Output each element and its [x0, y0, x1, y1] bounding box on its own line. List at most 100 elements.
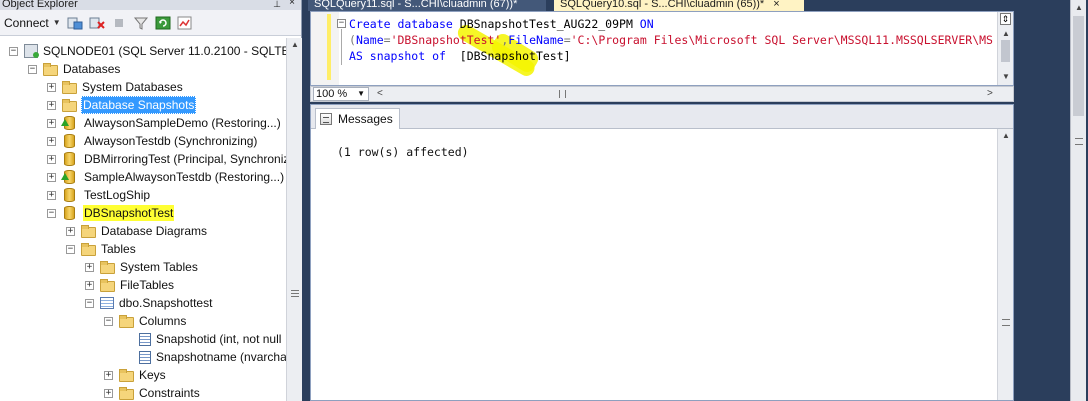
chevron-down-icon[interactable]: ▼ [53, 18, 61, 27]
database-icon [64, 134, 75, 148]
tree-node-column-snapshotid[interactable]: Snapshotid (int, not null [139, 330, 282, 348]
scroll-left-icon[interactable]: < [377, 88, 383, 99]
fold-collapse-icon[interactable]: − [337, 19, 346, 28]
code-token: = [383, 33, 391, 47]
code-token: DBSnapshotTest_AUG22_09PM [452, 17, 640, 31]
scroll-grip[interactable] [559, 90, 566, 98]
expand-icon[interactable]: + [47, 100, 56, 110]
expand-icon[interactable]: + [47, 172, 56, 182]
collapse-icon[interactable]: − [85, 298, 94, 308]
tree-node-samplealwaysontestdb[interactable]: + SampleAlwaysonTestdb (Restoring...) [47, 168, 285, 186]
expand-icon[interactable]: + [66, 226, 75, 236]
code-token: FileName [508, 33, 564, 47]
refresh-icon[interactable] [155, 16, 171, 30]
folder-icon [81, 224, 96, 238]
fold-line [341, 29, 342, 65]
zoom-select[interactable]: 100 % ▼ [313, 87, 369, 101]
folder-icon [81, 242, 96, 256]
object-explorer-scrollbar[interactable]: ▲ [286, 38, 302, 401]
tree-node-label: Database Snapshots [81, 96, 197, 114]
tree-node-dbmirroringtest[interactable]: + DBMirroringTest (Principal, Synchroniz [47, 150, 286, 168]
folder-icon [100, 260, 115, 274]
tree-node-label: System Tables [120, 260, 198, 274]
expand-icon[interactable]: + [104, 370, 113, 380]
tab-messages[interactable]: Messages [315, 108, 400, 129]
expand-icon[interactable]: + [47, 136, 56, 146]
splitter-icon[interactable]: ⇕ [1000, 13, 1011, 25]
tree-node-keys[interactable]: + Keys [104, 366, 167, 384]
tree-node-label: TestLogShip [84, 188, 151, 202]
expand-icon[interactable]: + [104, 388, 113, 398]
disconnect-icon[interactable] [89, 16, 105, 30]
tree-node-system-databases[interactable]: + System Databases [47, 78, 184, 96]
expand-icon[interactable]: + [47, 82, 56, 92]
tree-node-dbo-snapshottest[interactable]: − dbo.Snapshottest [85, 294, 213, 312]
editor-horizontal-scrollbar[interactable]: 100 % ▼ < > [310, 86, 1014, 102]
tree-node-testlogship[interactable]: + TestLogShip [47, 186, 151, 204]
stop-icon[interactable] [111, 16, 127, 30]
ssms-window: Object Explorer ⊥ × Connect ▼ − SQLNODE0… [0, 0, 1088, 401]
collapse-icon[interactable]: − [9, 46, 18, 56]
tab-sqlquery10[interactable]: SQLQuery10.sql - S...CHI\cluadmin (65))*… [554, 0, 804, 11]
tree-node-label: dbo.Snapshottest [119, 296, 213, 310]
activity-monitor-icon[interactable] [177, 16, 193, 30]
close-tab-icon[interactable]: × [773, 0, 779, 10]
tree-node-alwaysontestdb[interactable]: + AlwaysonTestdb (Synchronizing) [47, 132, 258, 150]
code-token: ( [349, 33, 356, 47]
expand-icon[interactable]: + [47, 154, 56, 164]
tab-label: Messages [338, 112, 393, 126]
tree-node-system-tables[interactable]: + System Tables [85, 258, 199, 276]
code-token: [DBSnapshotTest] [445, 49, 571, 63]
tree-node-constraints[interactable]: + Constraints [104, 384, 201, 401]
collapse-icon[interactable]: − [47, 208, 56, 218]
scroll-right-icon[interactable]: > [987, 88, 993, 99]
connect-object-icon[interactable] [67, 16, 83, 30]
tree-node-label: DBMirroringTest (Principal, Synchroniz [84, 152, 286, 166]
database-icon [64, 188, 75, 202]
collapse-icon[interactable]: − [104, 316, 113, 326]
scroll-up-icon[interactable]: ▲ [1075, 3, 1083, 12]
window-scrollbar[interactable]: ▲ [1070, 0, 1086, 401]
tree-node-dbsnapshottest[interactable]: − DBSnapshotTest [47, 204, 175, 222]
scroll-down-icon[interactable]: ▼ [1002, 72, 1010, 81]
tree-node-filetables[interactable]: + FileTables [85, 276, 175, 294]
tree-node-database-diagrams[interactable]: + Database Diagrams [66, 222, 208, 240]
expand-icon[interactable]: + [85, 280, 94, 290]
tree-node-database-snapshots[interactable]: + Database Snapshots [47, 96, 197, 114]
collapse-icon[interactable]: − [66, 244, 75, 254]
tab-sqlquery11[interactable]: SQLQuery11.sql - S...CHI\cluadmin (67))* [308, 0, 546, 11]
object-explorer-tree: − SQLNODE01 (SQL Server 11.0.2100 - SQLT… [0, 38, 286, 401]
chevron-down-icon[interactable]: ▼ [357, 88, 365, 100]
scroll-thumb[interactable] [1001, 40, 1010, 62]
tree-node-server[interactable]: − SQLNODE01 (SQL Server 11.0.2100 - SQLT… [9, 42, 286, 60]
database-icon [64, 206, 75, 220]
scroll-grip[interactable] [1075, 138, 1083, 145]
sql-code-editor[interactable]: − Create database DBSnapshotTest_AUG22_0… [310, 11, 1014, 86]
scroll-thumb[interactable] [1073, 16, 1084, 116]
tree-node-tables[interactable]: − Tables [66, 240, 137, 258]
scroll-up-icon[interactable]: ▲ [291, 40, 299, 49]
tree-node-columns[interactable]: − Columns [104, 312, 187, 330]
close-icon[interactable]: × [289, 0, 295, 8]
results-tab-bar: Messages [311, 105, 1013, 129]
object-explorer-panel: Object Explorer ⊥ × Connect ▼ − SQLNODE0… [0, 0, 302, 401]
scroll-up-icon[interactable]: ▲ [1002, 29, 1010, 38]
code-vertical-scrollbar[interactable]: ⇕ ▲ ▼ [997, 12, 1013, 85]
pin-icon[interactable]: ⊥ [273, 0, 281, 9]
scroll-grip[interactable] [1002, 319, 1010, 326]
tree-node-column-snapshotname[interactable]: Snapshotname (nvarcha [139, 348, 286, 366]
tree-node-alwaysonsampledemo[interactable]: + AlwaysonSampleDemo (Restoring...) [47, 114, 282, 132]
connect-button[interactable]: Connect ▼ [4, 16, 61, 30]
scroll-up-icon[interactable]: ▲ [1002, 131, 1010, 140]
connect-label: Connect [4, 15, 49, 30]
filter-icon[interactable] [133, 16, 149, 30]
scroll-grip[interactable] [291, 290, 299, 297]
tree-node-label: DBSnapshotTest [83, 205, 175, 221]
expand-icon[interactable]: + [47, 190, 56, 200]
tree-node-label: Constraints [139, 386, 200, 400]
collapse-icon[interactable]: − [28, 64, 37, 74]
expand-icon[interactable]: + [47, 118, 56, 128]
results-scrollbar[interactable]: ▲ [997, 129, 1013, 400]
expand-icon[interactable]: + [85, 262, 94, 272]
tree-node-databases[interactable]: − Databases [28, 60, 121, 78]
